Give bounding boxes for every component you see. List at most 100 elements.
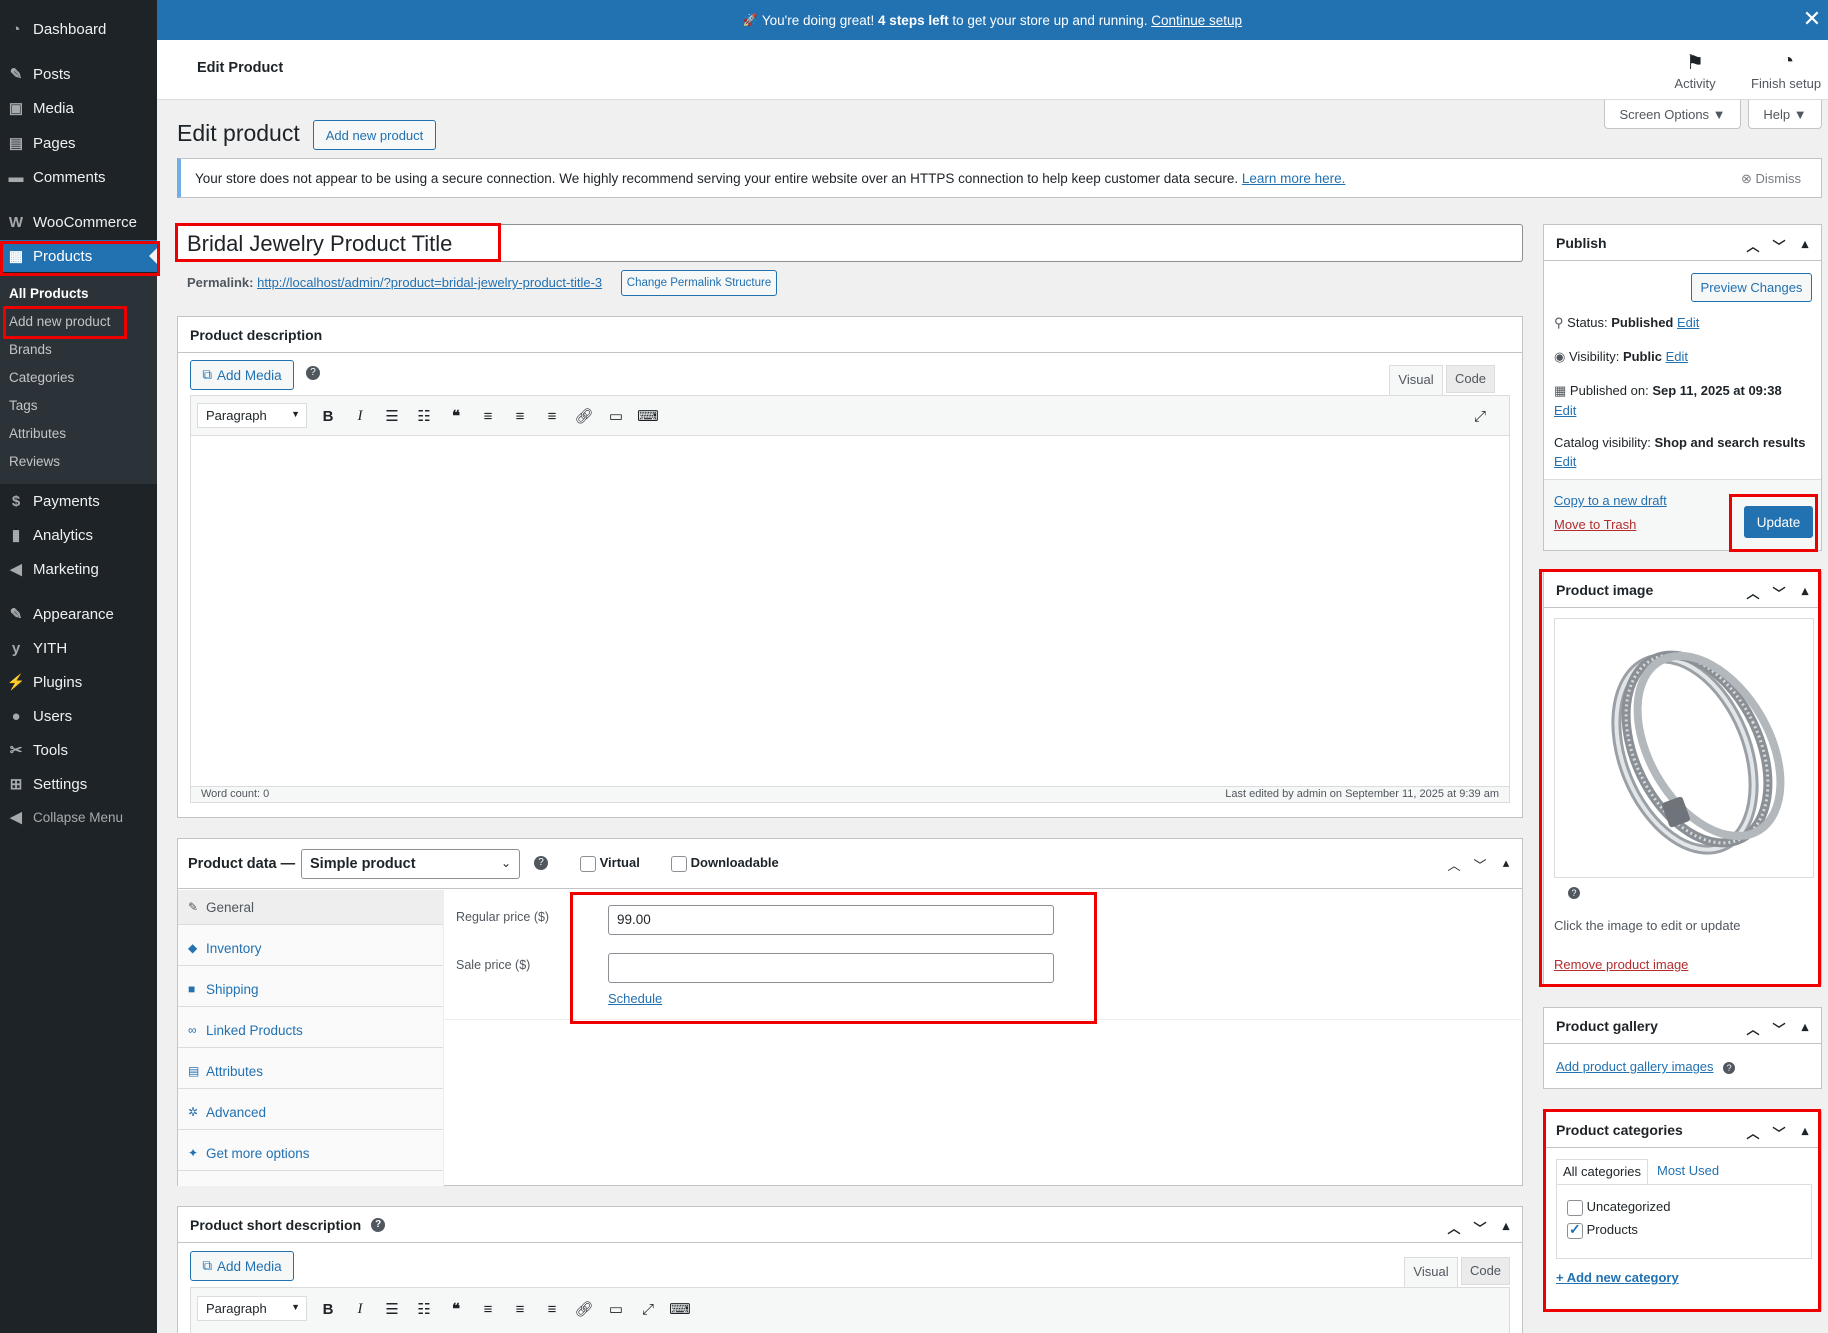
- remove-image-link[interactable]: Remove product image: [1554, 957, 1688, 972]
- toolbar-toggle-icon[interactable]: ⌨: [637, 406, 659, 426]
- help-icon[interactable]: ?: [306, 366, 320, 380]
- align-center-icon[interactable]: ≡: [510, 1299, 530, 1319]
- submenu-tags[interactable]: Tags: [9, 398, 38, 413]
- category-item[interactable]: Products: [1567, 1221, 1638, 1239]
- add-media-button[interactable]: ⧉ Add Media: [190, 360, 294, 390]
- format-select[interactable]: Paragraph ▼: [197, 403, 307, 428]
- submenu-all-products[interactable]: All Products: [9, 286, 89, 301]
- submenu-attributes[interactable]: Attributes: [9, 426, 66, 441]
- tab-attributes[interactable]: ▤ Attributes: [178, 1054, 443, 1089]
- menu-yith[interactable]: y YITH: [0, 632, 157, 664]
- help-icon[interactable]: ?: [1568, 887, 1580, 899]
- read-more-icon[interactable]: ▭: [606, 406, 626, 426]
- regular-price-input[interactable]: 99.00: [608, 905, 1054, 935]
- menu-payments[interactable]: $ Payments: [0, 485, 157, 517]
- tab-shipping[interactable]: ■ Shipping: [178, 972, 443, 1007]
- help-button[interactable]: Help ▼: [1748, 100, 1822, 129]
- learn-more-link[interactable]: Learn more here.: [1242, 171, 1346, 186]
- chevron-up-icon[interactable]: ︿: [1745, 583, 1761, 602]
- menu-collapse[interactable]: ◀ Collapse Menu: [0, 801, 157, 833]
- finish-setup-button[interactable]: ◔ Finish setup: [1751, 50, 1828, 96]
- italic-icon[interactable]: I: [350, 1299, 370, 1319]
- menu-products[interactable]: ▦ Products: [0, 240, 157, 272]
- bullet-list-icon[interactable]: ☰: [382, 406, 402, 426]
- move-to-trash-link[interactable]: Move to Trash: [1554, 517, 1636, 532]
- menu-posts[interactable]: ✎ Posts: [0, 58, 157, 90]
- edit-visibility-link[interactable]: Edit: [1666, 349, 1688, 364]
- chevron-up-icon[interactable]: ︿: [1745, 1019, 1761, 1038]
- screen-options-button[interactable]: Screen Options ▼: [1604, 100, 1741, 129]
- submenu-reviews[interactable]: Reviews: [9, 454, 60, 469]
- copy-draft-link[interactable]: Copy to a new draft: [1554, 493, 1667, 508]
- dismiss-button[interactable]: ⊗ Dismiss: [1741, 171, 1801, 187]
- product-title-input[interactable]: Bridal Jewelry Product Title: [177, 224, 1523, 262]
- add-gallery-images-link[interactable]: Add product gallery images: [1556, 1059, 1714, 1074]
- help-icon[interactable]: ?: [534, 856, 548, 870]
- permalink-link[interactable]: http://localhost/admin/?product=bridal-j…: [257, 275, 602, 290]
- chevron-down-icon[interactable]: ﹀: [1771, 236, 1787, 255]
- downloadable-option[interactable]: Downloadable: [671, 855, 779, 872]
- tab-get-more-options[interactable]: ✦ Get more options: [178, 1136, 443, 1171]
- numbered-list-icon[interactable]: ☷: [414, 1299, 434, 1319]
- downloadable-checkbox[interactable]: [671, 855, 687, 872]
- align-right-icon[interactable]: ≡: [542, 1299, 562, 1319]
- activity-button[interactable]: ⚑ Activity: [1657, 50, 1733, 96]
- short-add-media-button[interactable]: ⧉ Add Media: [190, 1251, 294, 1281]
- chevron-up-icon[interactable]: ︿: [1745, 236, 1761, 255]
- toggle-arrow-icon[interactable]: ▴: [1797, 583, 1813, 602]
- menu-woocommerce[interactable]: W WooCommerce: [0, 206, 157, 238]
- tab-advanced[interactable]: ✲ Advanced: [178, 1095, 443, 1130]
- chevron-up-icon[interactable]: ︿: [1446, 855, 1462, 874]
- editor-content[interactable]: [191, 436, 1509, 786]
- chevron-down-icon[interactable]: ﹀: [1771, 1019, 1787, 1038]
- product-type-select[interactable]: Simple product ⌄: [301, 849, 520, 879]
- menu-dashboard[interactable]: ◔ Dashboard: [0, 13, 157, 45]
- preview-changes-button[interactable]: Preview Changes: [1691, 273, 1812, 302]
- tab-most-used[interactable]: Most Used: [1657, 1163, 1719, 1178]
- menu-plugins[interactable]: ⚡ Plugins: [0, 666, 157, 698]
- toggle-arrow-icon[interactable]: ▴: [1797, 1123, 1813, 1142]
- chevron-up-icon[interactable]: ︿: [1446, 1218, 1462, 1237]
- submenu-add-new-product[interactable]: Add new product: [9, 314, 110, 329]
- close-icon[interactable]: ✕: [1800, 8, 1824, 32]
- tab-inventory[interactable]: ◆ Inventory: [178, 931, 443, 966]
- continue-setup-link[interactable]: Continue setup: [1151, 13, 1242, 28]
- short-tab-code[interactable]: Code: [1461, 1257, 1510, 1285]
- menu-pages[interactable]: ▤ Pages: [0, 127, 157, 159]
- schedule-link[interactable]: Schedule: [608, 991, 662, 1006]
- sale-price-input[interactable]: [608, 953, 1054, 983]
- chevron-down-icon[interactable]: ﹀: [1771, 1123, 1787, 1142]
- tab-general[interactable]: ✎ General: [178, 890, 443, 925]
- edit-catalog-link[interactable]: Edit: [1554, 454, 1576, 469]
- read-more-icon[interactable]: ▭: [606, 1299, 626, 1319]
- align-right-icon[interactable]: ≡: [542, 406, 562, 426]
- category-item[interactable]: Uncategorized: [1567, 1199, 1670, 1216]
- numbered-list-icon[interactable]: ☷: [414, 406, 434, 426]
- link-icon[interactable]: 🔗︎: [574, 406, 594, 426]
- edit-date-link[interactable]: Edit: [1554, 403, 1576, 418]
- menu-users[interactable]: ● Users: [0, 700, 157, 732]
- chevron-down-icon[interactable]: ﹀: [1472, 855, 1488, 874]
- short-tab-visual[interactable]: Visual: [1404, 1257, 1458, 1287]
- toggle-arrow-icon[interactable]: ▴: [1797, 236, 1813, 255]
- bold-icon[interactable]: B: [318, 406, 338, 426]
- align-center-icon[interactable]: ≡: [510, 406, 530, 426]
- tab-linked-products[interactable]: ∞ Linked Products: [178, 1013, 443, 1048]
- virtual-option[interactable]: Virtual: [580, 855, 640, 872]
- category-checkbox[interactable]: [1567, 1199, 1583, 1216]
- toggle-arrow-icon[interactable]: ▴: [1498, 855, 1514, 874]
- menu-analytics[interactable]: ▮ Analytics: [0, 519, 157, 551]
- menu-appearance[interactable]: ✎ Appearance: [0, 598, 157, 630]
- quote-icon[interactable]: ❝: [446, 1299, 466, 1319]
- bullet-list-icon[interactable]: ☰: [382, 1299, 402, 1319]
- chevron-up-icon[interactable]: ︿: [1745, 1123, 1761, 1142]
- tab-all-categories[interactable]: All categories: [1556, 1159, 1648, 1184]
- edit-status-link[interactable]: Edit: [1677, 315, 1699, 330]
- submenu-categories[interactable]: Categories: [9, 370, 74, 385]
- submenu-brands[interactable]: Brands: [9, 342, 52, 357]
- virtual-checkbox[interactable]: [580, 855, 596, 872]
- menu-media[interactable]: ▣ Media: [0, 92, 157, 124]
- menu-settings[interactable]: ⊞ Settings: [0, 768, 157, 800]
- toggle-arrow-icon[interactable]: ▴: [1797, 1019, 1813, 1038]
- change-permalink-button[interactable]: Change Permalink Structure: [621, 270, 777, 296]
